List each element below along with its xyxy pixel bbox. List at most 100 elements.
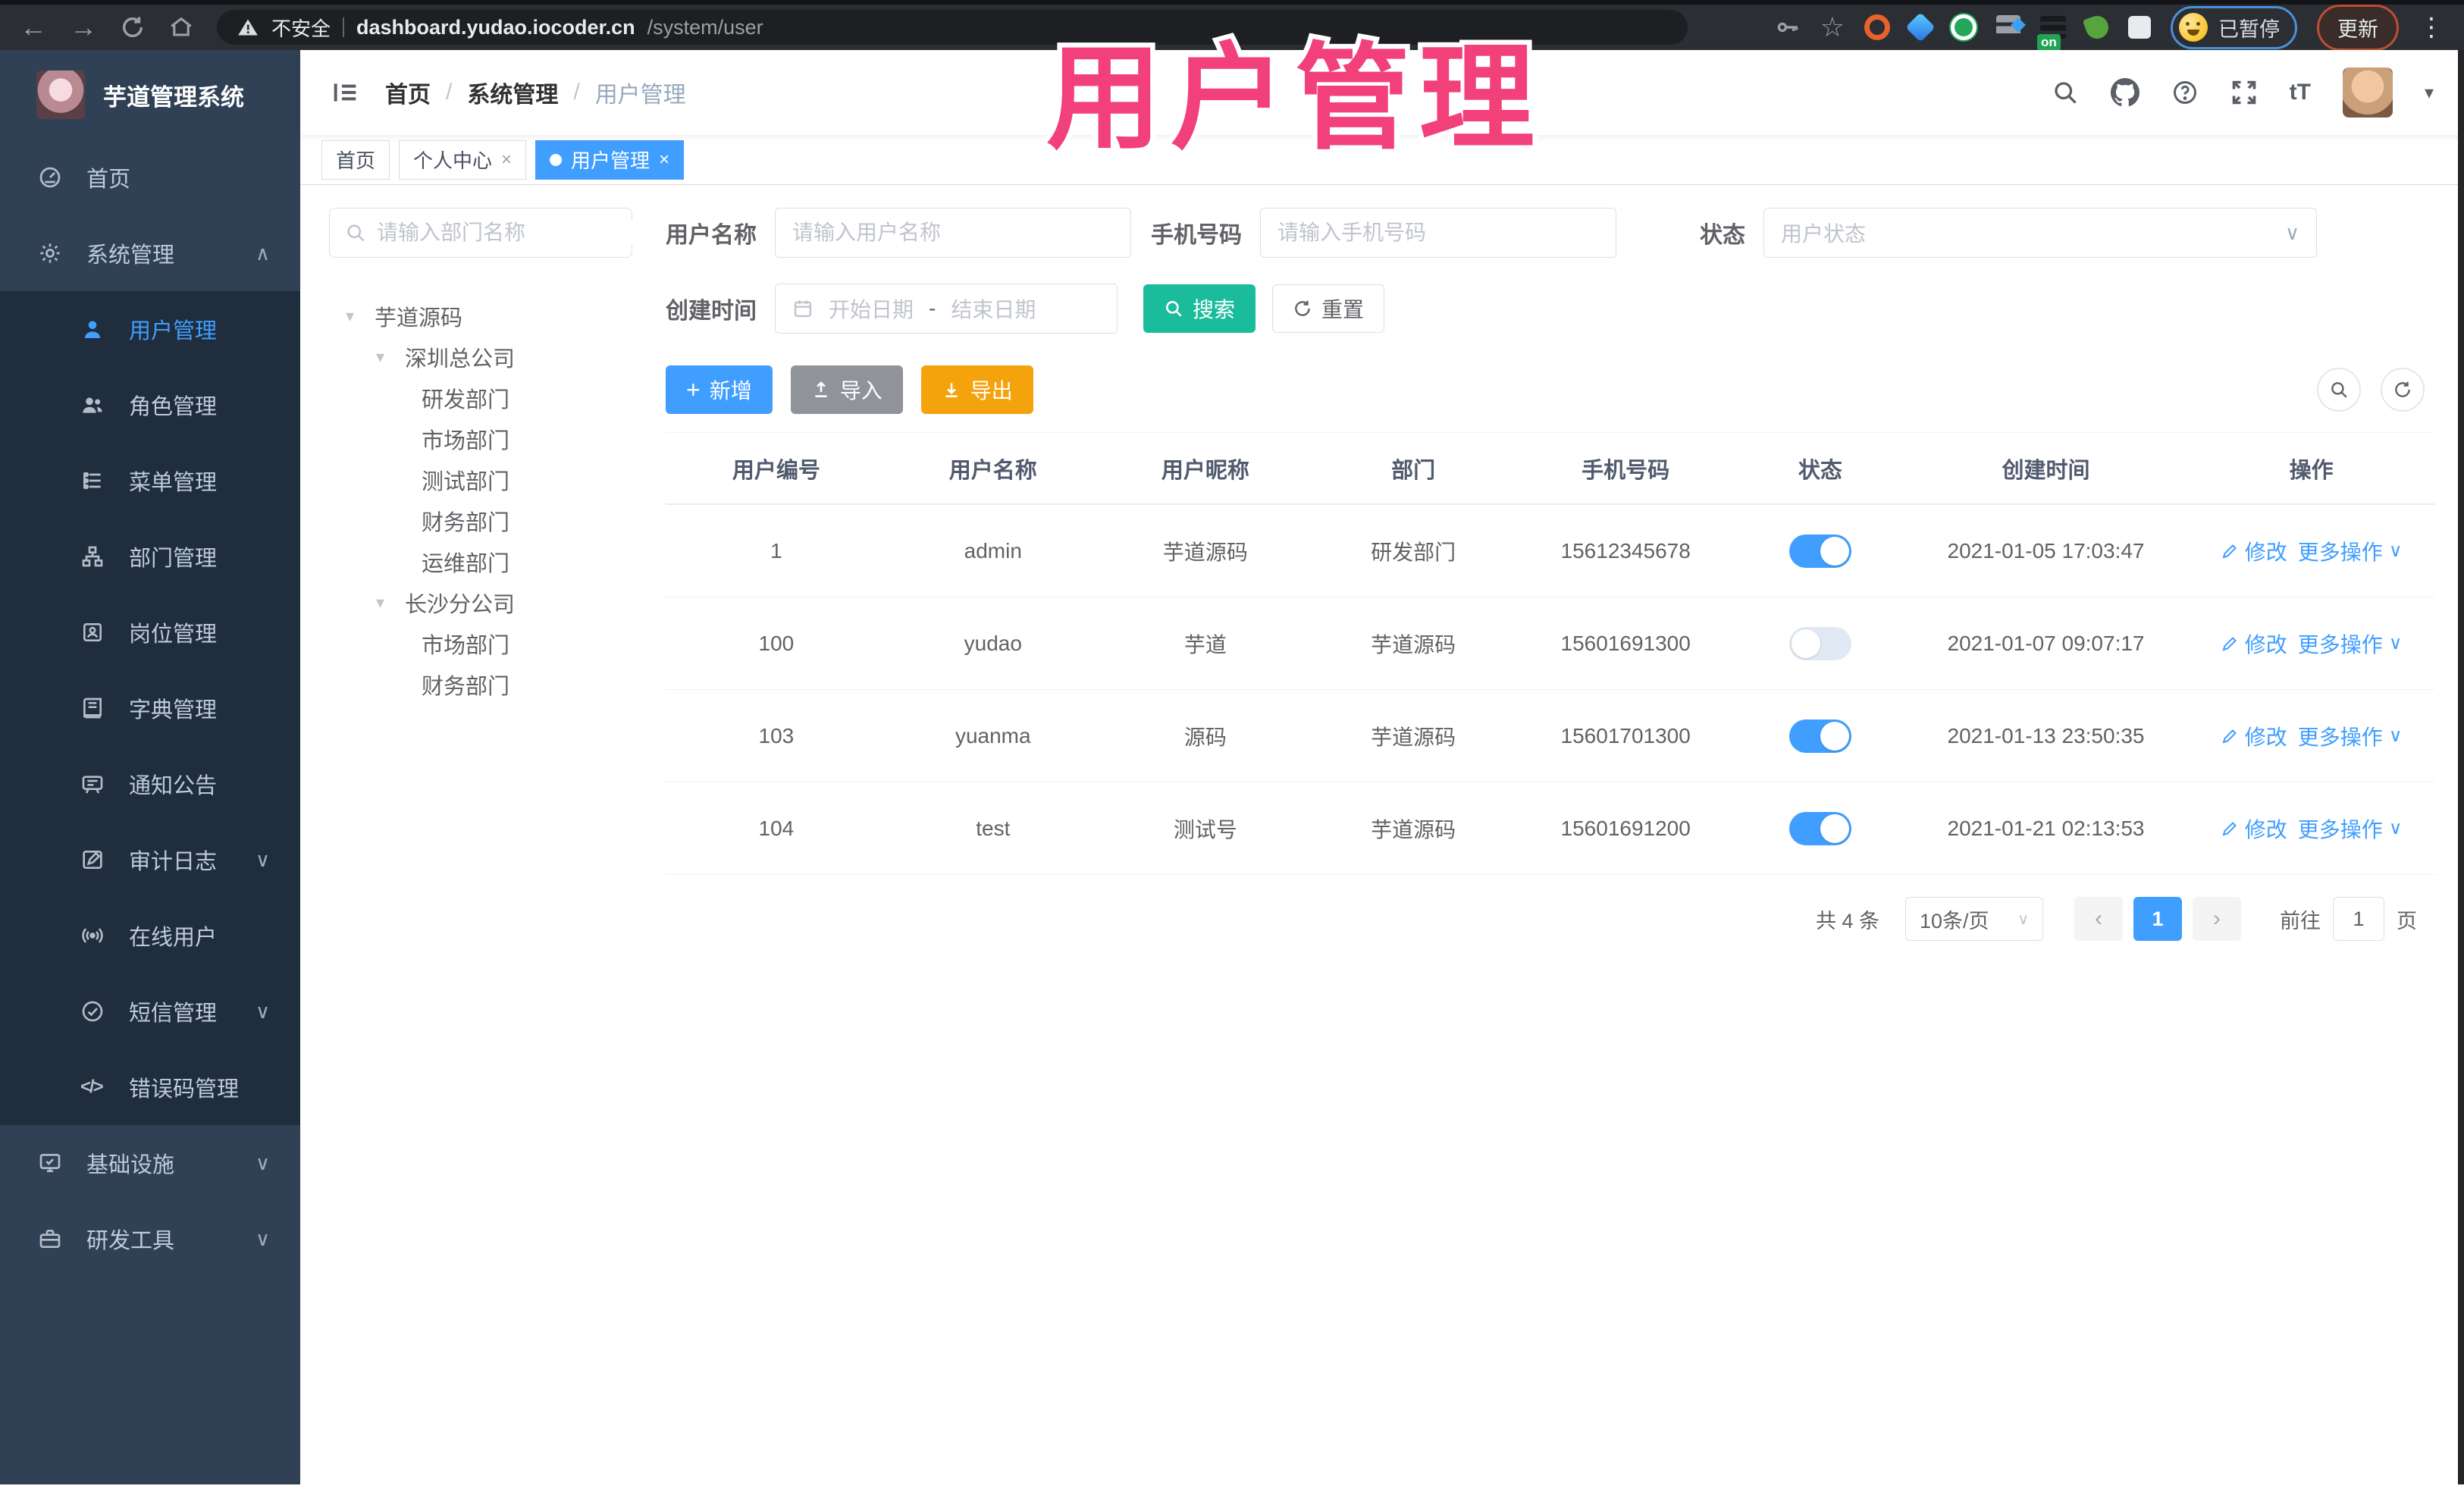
window-scrollbar[interactable] [2458, 50, 2464, 1484]
extension-icon[interactable] [1905, 12, 1936, 42]
profile-paused-badge[interactable]: 已暂停 [2171, 5, 2297, 49]
status-toggle[interactable] [1788, 719, 1851, 753]
sidebar-item-post-mgmt[interactable]: 岗位管理 [0, 594, 300, 670]
help-icon[interactable] [2171, 79, 2199, 106]
sidebar-item-dict-mgmt[interactable]: 字典管理 [0, 670, 300, 746]
extension-icon[interactable]: on [2037, 16, 2066, 51]
bookmark-star-icon[interactable]: ☆ [1820, 14, 1845, 41]
import-button[interactable]: 导入 [790, 365, 903, 414]
sidebar-item-dept-mgmt[interactable]: 部门管理 [0, 519, 300, 594]
extension-icon[interactable] [2082, 12, 2112, 42]
breadcrumb-system[interactable]: 系统管理 [467, 76, 558, 109]
add-button[interactable]: + 新增 [666, 365, 773, 414]
sidebar-item-online-users[interactable]: 在线用户 [0, 898, 300, 973]
browser-update-button[interactable]: 更新 [2317, 4, 2399, 51]
status-toggle[interactable] [1788, 811, 1851, 845]
caret-down-icon[interactable]: ▾ [376, 347, 394, 367]
more-actions-link[interactable]: 更多操作 ∨ [2298, 629, 2403, 659]
more-actions-link[interactable]: 更多操作 ∨ [2298, 813, 2403, 844]
tree-node[interactable]: 市场部门 [329, 623, 632, 664]
page-size-select[interactable]: 10条/页 ∨ [1905, 897, 2043, 941]
refresh-button[interactable] [2381, 368, 2425, 412]
mobile-input[interactable] [1277, 221, 1599, 245]
tree-node[interactable]: 研发部门 [329, 378, 632, 418]
caret-down-icon[interactable]: ▾ [376, 593, 394, 613]
search-button[interactable]: 搜索 [1143, 284, 1256, 333]
tab-profile[interactable]: 个人中心 × [399, 139, 527, 180]
toggle-search-button[interactable] [2317, 368, 2361, 412]
tab-user-mgmt[interactable]: 用户管理 × [535, 139, 685, 180]
export-button[interactable]: 导出 [920, 365, 1033, 414]
more-actions-link[interactable]: 更多操作 ∨ [2298, 721, 2403, 751]
sidebar-item-dev-tools[interactable]: 研发工具 ∨ [0, 1201, 300, 1277]
sidebar-logo[interactable]: 芋道管理系统 [0, 50, 300, 139]
password-key-icon[interactable] [1775, 14, 1801, 40]
extension-icon[interactable] [1951, 14, 1977, 40]
tree-node[interactable]: ▾ 长沙分公司 [329, 582, 632, 623]
text-size-icon[interactable]: tT [2290, 80, 2311, 105]
reset-button[interactable]: 重置 [1272, 284, 1385, 333]
status-toggle[interactable] [1788, 626, 1851, 660]
tree-node[interactable]: 市场部门 [329, 418, 632, 459]
tree-node[interactable]: 财务部门 [329, 500, 632, 541]
search-icon[interactable] [2052, 79, 2079, 106]
close-icon[interactable]: × [659, 149, 669, 171]
tree-node[interactable]: 测试部门 [329, 459, 632, 500]
tree-node[interactable]: ▾ 芋道源码 [329, 296, 632, 337]
github-icon[interactable] [2110, 78, 2140, 107]
extensions-puzzle-icon[interactable] [2128, 16, 2151, 39]
modify-label: 修改 [2244, 817, 2287, 842]
sidebar-item-system-mgmt[interactable]: 系统管理 ∧ [0, 215, 300, 291]
tree-node[interactable]: 财务部门 [329, 664, 632, 705]
avatar-caret-icon[interactable]: ▾ [2425, 82, 2434, 104]
close-icon[interactable]: × [501, 149, 512, 171]
breadcrumb-home[interactable]: 首页 [385, 76, 431, 109]
modify-link[interactable]: 修改 [2221, 721, 2287, 751]
modify-link[interactable]: 修改 [2221, 629, 2287, 659]
sidebar-item-infrastructure[interactable]: 基础设施 ∨ [0, 1125, 300, 1201]
sidebar-item-errcode-mgmt[interactable]: </> 错误码管理 [0, 1049, 300, 1125]
tab-home[interactable]: 首页 [321, 139, 390, 180]
sidebar-item-user-mgmt[interactable]: 用户管理 [0, 291, 300, 367]
chevron-up-icon: ∧ [255, 241, 270, 265]
sidebar-item-audit-log[interactable]: 审计日志 ∨ [0, 822, 300, 898]
sidebar-item-notice[interactable]: 通知公告 [0, 746, 300, 822]
pagination: 共 4 条 10条/页 ∨ ‹ 1 › 前往 页 [666, 875, 2435, 963]
sidebar-item-role-mgmt[interactable]: 角色管理 [0, 367, 300, 443]
browser-menu-icon[interactable]: ⋮ [2419, 12, 2444, 42]
modify-link[interactable]: 修改 [2221, 536, 2287, 566]
extension-icon[interactable] [1864, 14, 1890, 40]
status-toggle[interactable] [1788, 534, 1851, 568]
url-host[interactable]: dashboard.yudao.iocoder.cn [356, 16, 635, 39]
security-label[interactable]: 不安全 [271, 14, 331, 42]
mobile-field[interactable] [1260, 208, 1616, 258]
dept-search-input[interactable] [377, 221, 650, 245]
sidebar-item-sms-mgmt[interactable]: 短信管理 ∨ [0, 973, 300, 1049]
modify-link[interactable]: 修改 [2221, 813, 2287, 844]
browser-forward-icon[interactable]: → [70, 14, 97, 41]
current-page[interactable]: 1 [2133, 897, 2182, 941]
user-avatar[interactable] [2342, 67, 2393, 118]
more-actions-link[interactable]: 更多操作 ∨ [2298, 536, 2403, 566]
username-input[interactable] [792, 221, 1114, 245]
browser-home-icon[interactable] [168, 14, 194, 40]
fullscreen-icon[interactable] [2230, 79, 2258, 106]
extension-icon[interactable] [1996, 15, 2020, 39]
sidebar-item-menu-mgmt[interactable]: 菜单管理 [0, 443, 300, 519]
next-page-button[interactable]: › [2193, 897, 2241, 941]
date-range-picker[interactable]: 开始日期 - 结束日期 [775, 284, 1118, 334]
dept-search-box[interactable] [329, 208, 650, 258]
sidebar-collapse-icon[interactable] [331, 77, 361, 108]
username-field[interactable] [775, 208, 1131, 258]
tree-node[interactable]: 运维部门 [329, 541, 632, 582]
browser-back-icon[interactable]: ← [20, 14, 47, 41]
browser-reload-icon[interactable] [120, 14, 146, 40]
col-header: 状态 [1798, 458, 1842, 483]
sidebar-item-home[interactable]: 首页 [0, 139, 300, 215]
goto-page-input[interactable] [2333, 897, 2384, 941]
tree-node[interactable]: ▾ 深圳总公司 [329, 337, 632, 378]
prev-page-button[interactable]: ‹ [2074, 897, 2123, 941]
status-select[interactable]: 用户状态 ∨ [1763, 208, 2317, 258]
table-row: 1 admin 芋道源码 研发部门 15612345678 2021-01-05… [666, 505, 2435, 597]
caret-down-icon[interactable]: ▾ [346, 306, 364, 326]
